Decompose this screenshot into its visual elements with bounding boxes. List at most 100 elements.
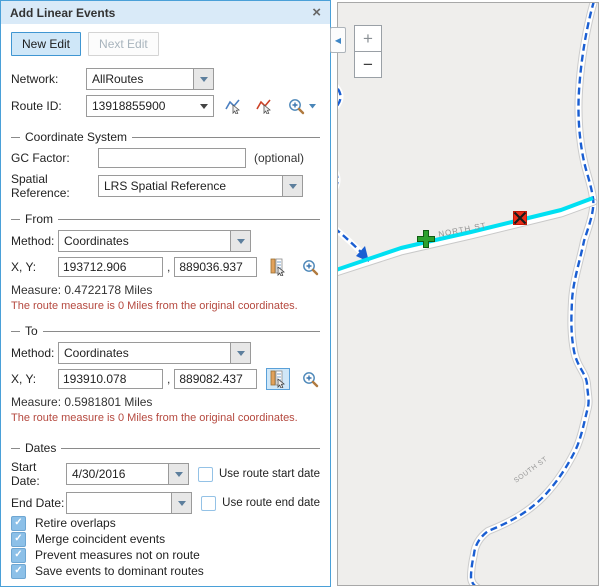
chevron-down-icon [237,239,245,244]
spatial-reference-dropdown-button[interactable] [282,176,302,196]
from-method-select[interactable]: Coordinates [58,230,251,252]
to-method-value: Coordinates [59,346,230,360]
map-view[interactable]: NORTH ST SOUTH ST [337,2,599,586]
map-canvas: NORTH ST SOUTH ST [338,3,598,585]
end-date-dropdown-button[interactable] [171,493,191,513]
retire-overlaps-label: Retire overlaps [35,516,116,530]
zoom-to-route-button[interactable] [285,95,320,117]
spatial-reference-select[interactable]: LRS Spatial Reference [98,175,303,197]
panel-title: Add Linear Events [10,6,115,20]
from-zoom-to-location-button[interactable] [299,256,323,278]
from-warning-text: The route measure is 0 Miles from the or… [11,300,320,313]
coordinate-system-legend: Coordinate System [25,130,127,144]
add-linear-events-panel: Add Linear Events × New Edit Next Edit N… [0,0,331,587]
network-value: AllRoutes [87,72,193,86]
chevron-down-icon [200,104,208,109]
to-method-dropdown-button[interactable] [230,343,250,363]
app-window: Add Linear Events × New Edit Next Edit N… [0,0,600,587]
from-xy-label: X, Y: [11,260,58,274]
save-dominant-routes-label: Save events to dominant routes [35,564,204,578]
to-measure-text: Measure: 0.5981801 Miles [11,396,320,409]
end-date-select[interactable] [66,492,192,514]
new-edit-button[interactable]: New Edit [11,32,81,56]
chevron-down-icon [237,351,245,356]
retire-overlaps-checkbox[interactable]: ✓ [11,516,26,531]
network-label: Network: [11,72,86,86]
plus-icon: + [363,29,373,49]
from-method-dropdown-button[interactable] [230,231,250,251]
map-zoom-control: + − [354,25,382,78]
to-zoom-to-location-button[interactable] [299,368,323,390]
route-id-combo[interactable]: 13918855900 [86,95,214,117]
collapse-arrow-icon: ◀ [335,36,341,45]
pick-coordinates-icon [268,370,288,388]
chevron-down-icon [178,501,186,506]
check-icon: ✓ [14,550,22,560]
from-legend: From [25,212,53,226]
merge-coincident-events-checkbox[interactable]: ✓ [11,532,26,547]
to-warning-text: The route measure is 0 Miles from the or… [11,412,320,425]
spatial-reference-value: LRS Spatial Reference [99,179,282,193]
panel-titlebar: Add Linear Events × [1,1,330,24]
to-method-select[interactable]: Coordinates [58,342,251,364]
end-date-label: End Date: [11,496,66,510]
to-position-marker [514,212,527,225]
check-icon: ✓ [14,566,22,576]
use-route-start-date-label: Use route start date [219,468,320,480]
collapse-panel-button[interactable]: ◀ [330,27,346,53]
chevron-down-icon [289,184,297,189]
xy-separator: , [167,260,170,274]
chevron-down-icon [175,472,183,477]
from-x-input[interactable] [58,257,163,277]
magnifier-caret-icon [287,97,318,115]
from-method-label: Method: [11,234,58,248]
network-dropdown-button[interactable] [193,69,213,89]
xy-separator: , [167,372,170,386]
start-date-select[interactable]: 4/30/2016 [66,463,189,485]
use-route-end-date-checkbox[interactable] [201,496,216,511]
to-legend: To [25,324,38,338]
dates-legend: Dates [25,441,56,455]
from-method-value: Coordinates [59,234,230,248]
route-cursor-red-icon [256,98,274,114]
chevron-down-icon [200,77,208,82]
start-date-label: Start Date: [11,460,66,488]
pick-coordinates-icon [268,258,288,276]
road-casing-left-arc1 [338,81,341,111]
to-y-input[interactable] [174,369,257,389]
zoom-out-button[interactable]: − [354,51,382,78]
to-method-label: Method: [11,346,58,360]
check-icon: ✓ [14,534,22,544]
clear-route-selection-button[interactable] [254,96,276,116]
route-cursor-blue-icon [225,98,243,114]
from-measure-text: Measure: 0.4722178 Miles [11,284,320,297]
spatial-reference-label: Spatial Reference: [11,172,98,200]
merge-coincident-events-label: Merge coincident events [35,532,165,546]
network-select[interactable]: AllRoutes [86,68,214,90]
street-label-south: SOUTH ST [513,456,549,485]
gc-factor-input[interactable] [98,148,246,168]
to-x-input[interactable] [58,369,163,389]
save-dominant-routes-checkbox[interactable]: ✓ [11,564,26,579]
magnifier-icon [301,258,321,276]
gc-factor-label: GC Factor: [11,151,98,165]
prevent-measures-checkbox[interactable]: ✓ [11,548,26,563]
next-edit-button[interactable]: Next Edit [88,32,159,56]
zoom-in-button[interactable]: + [354,25,382,52]
start-date-dropdown-button[interactable] [168,464,188,484]
optional-note: (optional) [254,151,304,165]
magnifier-icon [301,370,321,388]
check-icon: ✓ [14,518,22,528]
from-y-input[interactable] [174,257,257,277]
close-icon[interactable]: × [312,5,321,20]
start-date-value: 4/30/2016 [67,467,168,481]
minus-icon: − [363,55,373,75]
prevent-measures-label: Prevent measures not on route [35,548,200,562]
from-pick-location-button[interactable] [266,256,290,278]
to-pick-location-button[interactable] [266,368,290,390]
route-id-label: Route ID: [11,99,86,113]
route-id-value: 13918855900 [87,99,200,113]
use-route-start-date-checkbox[interactable] [198,467,213,482]
use-route-end-date-label: Use route end date [222,497,320,509]
select-route-on-map-button[interactable] [223,96,245,116]
